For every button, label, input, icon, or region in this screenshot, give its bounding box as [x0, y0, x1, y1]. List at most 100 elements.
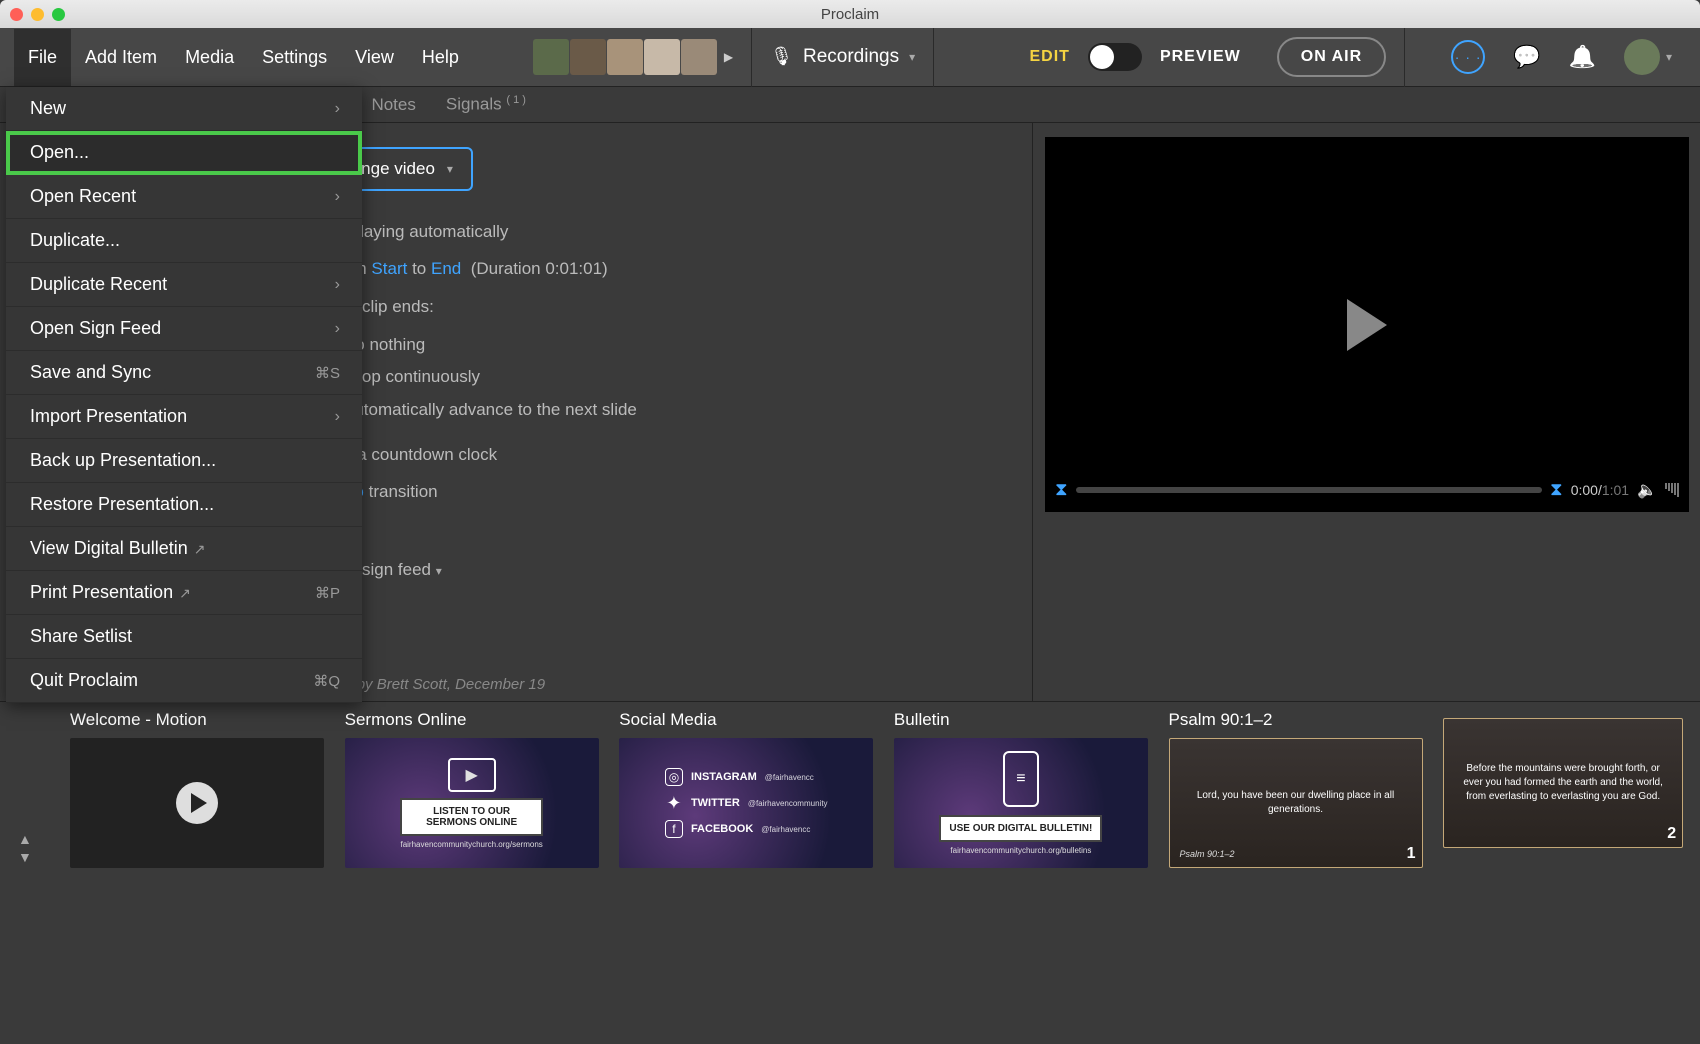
menu-view[interactable]: View	[341, 29, 408, 86]
file-menu-open-sign-feed[interactable]: Open Sign Feed›	[6, 307, 362, 351]
play-start-link[interactable]: Start	[371, 259, 407, 278]
thumb-title: Social Media	[619, 706, 876, 734]
trim-start-marker[interactable]: ⧗	[1055, 479, 1068, 500]
thumb-psalm-2[interactable]: Before the mountains were brought forth,…	[1443, 706, 1686, 881]
tab-notes[interactable]: Notes	[371, 89, 415, 121]
trim-end-marker[interactable]: ⧗	[1550, 479, 1563, 500]
external-link-icon	[173, 582, 191, 602]
file-menu-new[interactable]: New›	[6, 87, 362, 131]
thumb-number: 2	[1667, 825, 1676, 843]
phone-icon: ≡	[1003, 751, 1039, 807]
chat-icon[interactable]	[1513, 44, 1540, 70]
chevron-down-icon: ▾	[436, 564, 442, 578]
thumb-social-media[interactable]: Social Media ◎INSTAGRAM@fairhavencc ✦TWI…	[619, 706, 876, 881]
volume-bars-icon[interactable]	[1665, 483, 1679, 497]
volume-icon[interactable]	[1637, 480, 1657, 500]
thumb-image[interactable]: Lord, you have been our dwelling place i…	[1169, 738, 1423, 868]
radio-advance[interactable]: Automatically advance to the next slide	[320, 394, 1032, 426]
setting-clip-ends-label: en the clip ends:	[310, 288, 1032, 325]
more-options-icon[interactable]: · · ·	[1451, 40, 1485, 74]
play-icon	[176, 782, 218, 824]
tab-signals[interactable]: Signals ( 1 )	[446, 88, 526, 121]
timeline-track[interactable]	[1076, 487, 1542, 493]
tab-signals-label: Signals	[446, 95, 502, 114]
thumb-image[interactable]: Before the mountains were brought forth,…	[1443, 718, 1683, 848]
chevron-right-icon: ›	[335, 100, 340, 118]
menu-media[interactable]: Media	[171, 29, 248, 86]
file-menu-backup[interactable]: Back up Presentation...	[6, 439, 362, 483]
menubar: File Add Item Media Settings View Help	[0, 29, 473, 86]
switch-knob	[1090, 45, 1114, 69]
menu-file[interactable]: File	[14, 29, 71, 86]
chevron-right-icon: ›	[335, 188, 340, 206]
setting-sign-feed[interactable]: end to sign feed ▾	[310, 551, 1032, 588]
timecode: 0:00/1:01	[1571, 482, 1629, 498]
thumb-bulletin[interactable]: Bulletin ≡ USE OUR DIGITAL BULLETIN! fai…	[894, 706, 1151, 881]
file-menu-print[interactable]: Print Presentation⌘P	[6, 571, 362, 615]
minimize-window-icon[interactable]	[31, 8, 44, 21]
mode-switch: EDIT PREVIEW ON AIR	[1030, 37, 1387, 77]
microphone-icon	[770, 46, 793, 68]
thumb-sub: fairhavencommunitychurch.org/bulletins	[939, 846, 1102, 855]
monitor-icon: ▶	[448, 758, 496, 792]
divider	[933, 28, 934, 87]
radio-do-nothing[interactable]: Do nothing	[320, 329, 1032, 361]
avatar[interactable]	[607, 39, 643, 75]
file-menu-duplicate[interactable]: Duplicate...	[6, 219, 362, 263]
menu-add-item[interactable]: Add Item	[71, 29, 171, 86]
file-menu-open-recent[interactable]: Open Recent›	[6, 175, 362, 219]
chevron-right-icon: ›	[335, 408, 340, 426]
file-menu-duplicate-recent[interactable]: Duplicate Recent›	[6, 263, 362, 307]
thumb-image[interactable]: ≡ USE OUR DIGITAL BULLETIN! fairhavencom…	[894, 738, 1148, 868]
chevron-down-icon: ▾	[1666, 50, 1672, 64]
settings-list: Start playing automatically ay from Star…	[310, 213, 1032, 588]
file-menu-view-bulletin[interactable]: View Digital Bulletin	[6, 527, 362, 571]
avatar[interactable]	[681, 39, 717, 75]
file-menu-open[interactable]: Open...	[6, 131, 362, 175]
thumb-sermons-online[interactable]: Sermons Online ▶ LISTEN TO OURSERMONS ON…	[345, 706, 602, 881]
menu-help[interactable]: Help	[408, 29, 473, 86]
menu-settings[interactable]: Settings	[248, 29, 341, 86]
clip-ends-options: Do nothing Loop continuously Automatical…	[320, 329, 1032, 426]
avatar[interactable]	[533, 39, 569, 75]
radio-loop[interactable]: Loop continuously	[320, 361, 1032, 393]
file-menu-quit[interactable]: Quit Proclaim⌘Q	[6, 659, 362, 703]
user-menu[interactable]: ▾	[1624, 39, 1672, 75]
titlebar: Proclaim	[0, 0, 1700, 28]
play-icon[interactable]	[1347, 299, 1387, 351]
file-menu-import-presentation[interactable]: Import Presentation›	[6, 395, 362, 439]
edit-preview-toggle[interactable]	[1088, 43, 1142, 71]
main-toolbar: File Add Item Media Settings View Help ▶…	[0, 28, 1700, 87]
file-menu-save-sync[interactable]: Save and Sync⌘S	[6, 351, 362, 395]
play-icon[interactable]: ▶	[724, 50, 733, 64]
video-preview[interactable]: ⧗ ⧗ 0:00/1:01	[1045, 137, 1689, 512]
thumb-caption: LISTEN TO OURSERMONS ONLINE	[400, 798, 542, 836]
thumb-psalm-1[interactable]: Psalm 90:1–2 Lord, you have been our dwe…	[1169, 706, 1426, 881]
play-end-link[interactable]: End	[431, 259, 461, 278]
preview-pane: ⧗ ⧗ 0:00/1:01	[1032, 123, 1700, 701]
thumb-image[interactable]: ◎INSTAGRAM@fairhavencc ✦TWITTER@fairhave…	[619, 738, 873, 868]
social-list: ◎INSTAGRAM@fairhavencc ✦TWITTER@fairhave…	[665, 768, 828, 838]
user-avatar-icon	[1624, 39, 1660, 75]
notifications-icon[interactable]	[1569, 44, 1596, 70]
recordings-button[interactable]: Recordings ▾	[770, 46, 915, 68]
thumb-image[interactable]	[70, 738, 324, 868]
chevron-right-icon: ›	[335, 320, 340, 338]
file-menu-dropdown: New› Open... Open Recent› Duplicate... D…	[6, 87, 362, 703]
setting-start-auto: Start playing automatically	[310, 213, 1032, 250]
instagram-icon: ◎	[665, 768, 683, 786]
thumb-welcome[interactable]: Welcome - Motion	[70, 706, 327, 881]
maximize-window-icon[interactable]	[52, 8, 65, 21]
close-window-icon[interactable]	[10, 8, 23, 21]
collaborator-avatars: ▶	[533, 39, 733, 75]
reorder-icon[interactable]: ▲▼	[18, 831, 32, 865]
onair-button[interactable]: ON AIR	[1277, 37, 1386, 77]
avatar[interactable]	[644, 39, 680, 75]
thumb-title: Psalm 90:1–2	[1169, 706, 1426, 734]
avatar[interactable]	[570, 39, 606, 75]
file-menu-share-setlist[interactable]: Share Setlist	[6, 615, 362, 659]
thumb-sub: fairhavencommunitychurch.org/sermons	[400, 840, 542, 849]
thumb-text: Lord, you have been our dwelling place i…	[1170, 789, 1422, 817]
file-menu-restore[interactable]: Restore Presentation...	[6, 483, 362, 527]
thumb-image[interactable]: ▶ LISTEN TO OURSERMONS ONLINE fairhavenc…	[345, 738, 599, 868]
